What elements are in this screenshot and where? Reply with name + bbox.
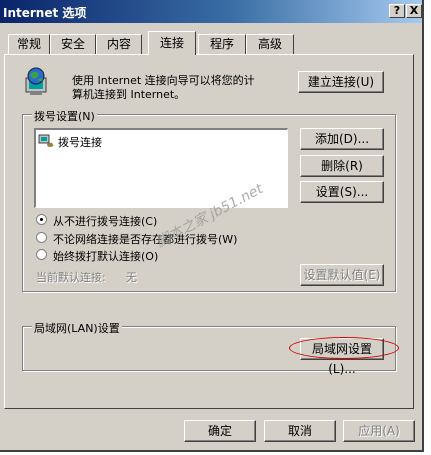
always-dial-default-label[interactable]: 始终拨打默认连接(O): [53, 248, 158, 264]
tab-advanced[interactable]: 高级: [246, 34, 294, 54]
window-title: Internet 选项: [3, 6, 87, 20]
tab-strip: 常规 安全 内容 连接 程序 高级: [8, 31, 418, 56]
tab-connections[interactable]: 连接: [148, 31, 196, 55]
apply-button[interactable]: 应用(A): [343, 420, 415, 442]
tab-programs[interactable]: 程序: [198, 34, 246, 54]
help-button[interactable]: ?: [389, 4, 405, 18]
set-default-button[interactable]: 设置默认值(E): [300, 264, 384, 286]
delete-button[interactable]: 删除(R): [300, 155, 384, 177]
cancel-button[interactable]: 取消: [264, 420, 336, 442]
tab-security[interactable]: 安全: [50, 34, 96, 54]
lan-settings-legend: 局域网(LAN)设置: [32, 320, 122, 336]
dialup-settings-legend: 拨号设置(N): [32, 108, 97, 124]
current-default-value: 无: [126, 271, 137, 284]
list-item-label: 拨号连接: [58, 136, 102, 149]
title-bar[interactable]: Internet 选项 ? X: [0, 0, 422, 23]
always-dial-default-radio[interactable]: [36, 249, 47, 260]
setup-connection-button[interactable]: 建立连接(U): [298, 71, 384, 93]
tab-content[interactable]: 内容: [96, 34, 142, 54]
dial-whenever-label[interactable]: 不论网络连接是否存在都进行拨号(W): [53, 231, 237, 247]
current-default-label: 当前默认连接:: [36, 271, 106, 284]
lan-settings-button[interactable]: 局域网设置(L)...: [300, 338, 384, 376]
ok-button[interactable]: 确定: [184, 420, 256, 442]
internet-options-dialog: Internet 选项 ? X 常规 安全 内容 连接 程序 高级 使用 Int…: [0, 0, 424, 452]
dialup-connection-icon: [38, 132, 54, 148]
close-button[interactable]: X: [406, 4, 422, 18]
tab-general[interactable]: 常规: [8, 34, 50, 54]
add-button[interactable]: 添加(D)...: [300, 128, 384, 150]
never-dial-label[interactable]: 从不进行拨号连接(C): [53, 213, 157, 229]
dial-whenever-radio[interactable]: [36, 232, 47, 243]
globe-computer-icon: [22, 66, 54, 98]
wizard-description-line2: 算机连接到 Internet。: [72, 88, 186, 101]
settings-button[interactable]: 设置(S)...: [300, 181, 384, 203]
never-dial-radio[interactable]: [36, 214, 47, 225]
